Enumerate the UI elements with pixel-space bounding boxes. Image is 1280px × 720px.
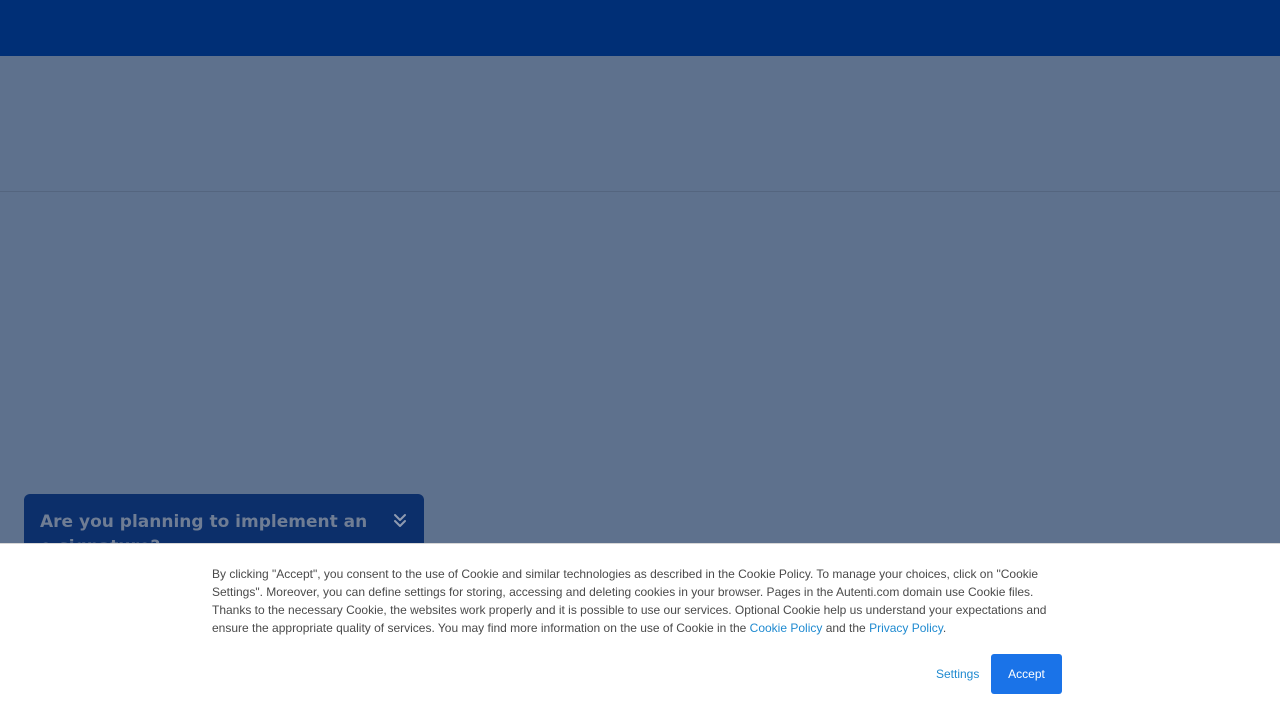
accept-cookies-button[interactable]: Accept <box>991 654 1062 694</box>
cookie-policy-link[interactable]: Cookie Policy <box>750 621 823 635</box>
overlay-divider <box>0 191 1280 192</box>
double-chevron-down-icon[interactable] <box>392 512 408 530</box>
cookie-consent-text: By clicking "Accept", you consent to the… <box>212 565 1062 637</box>
privacy-policy-link[interactable]: Privacy Policy <box>869 621 943 635</box>
cookie-consent-banner: By clicking "Accept", you consent to the… <box>0 543 1280 720</box>
cookie-text-and: and the <box>822 621 870 635</box>
cookie-text-end: . <box>942 621 947 635</box>
site-header <box>0 0 1280 56</box>
cookie-settings-button[interactable]: Settings <box>936 666 979 682</box>
